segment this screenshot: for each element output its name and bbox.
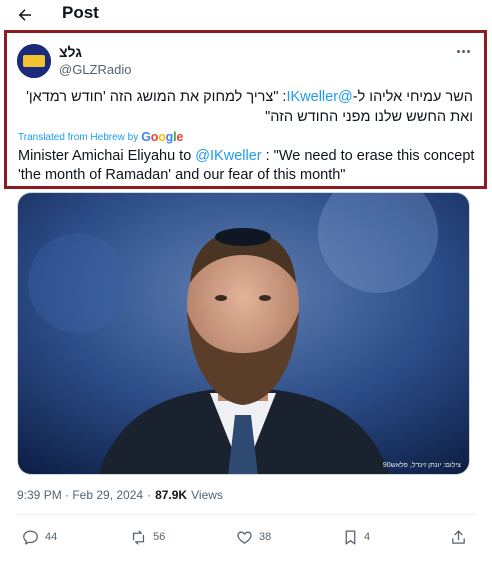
tweet-text-original: השר עמיחי אליהו ל-@IKweller: "צריך למחוק… [14,87,473,127]
user-handle[interactable]: @GLZRadio [59,62,131,77]
top-bar: Post [0,0,492,30]
mention-link[interactable]: @IKweller [286,89,352,105]
repost-icon [132,529,145,545]
back-arrow-icon[interactable] [14,4,36,26]
tweet-meta: 9:39 PM · Feb 29, 2024 · 87.9K Views [17,488,223,502]
translated-from-text: Translated from Hebrew by [18,131,139,143]
meta-separator: · [147,488,152,502]
share-button[interactable] [450,527,467,547]
like-button[interactable]: 38 [236,527,271,547]
page-title: Post [62,3,99,22]
translation-label[interactable]: Translated from Hebrew by Google [18,130,183,144]
timestamp[interactable]: 9:39 PM · Feb 29, 2024 [17,488,143,502]
reply-count: 44 [45,531,58,543]
like-count: 38 [259,531,272,543]
repost-count: 56 [153,531,166,543]
mention-link-translated[interactable]: @IKweller [195,148,261,164]
tweet-text-translated: Minister Amichai Eliyahu to @IKweller : … [18,147,476,185]
heart-icon [237,531,252,544]
bookmark-count: 4 [364,531,371,543]
translated-text-start: Minister Amichai Eliyahu to [18,148,196,164]
views-count: 87.9K [155,488,188,502]
avatar[interactable] [17,44,51,78]
reply-button[interactable]: 44 [22,527,57,547]
repost-button[interactable]: 56 [130,527,165,547]
google-logo: Google [141,130,184,144]
more-options-icon[interactable] [452,42,474,60]
divider [16,514,476,515]
share-icon [452,529,465,544]
bookmark-icon [345,529,356,545]
bookmark-button[interactable]: 4 [343,527,370,547]
display-name[interactable]: גלצ [59,44,82,60]
original-text-start: השר עמיחי אליהו ל- [352,89,473,105]
tweet-photo[interactable]: צילום: יונתן זינדל, פלאש90 [17,192,470,475]
reply-icon [23,529,38,545]
views-label: Views [191,488,223,502]
photo-credit: צילום: יונתן זינדל, פלאש90 [382,462,461,469]
